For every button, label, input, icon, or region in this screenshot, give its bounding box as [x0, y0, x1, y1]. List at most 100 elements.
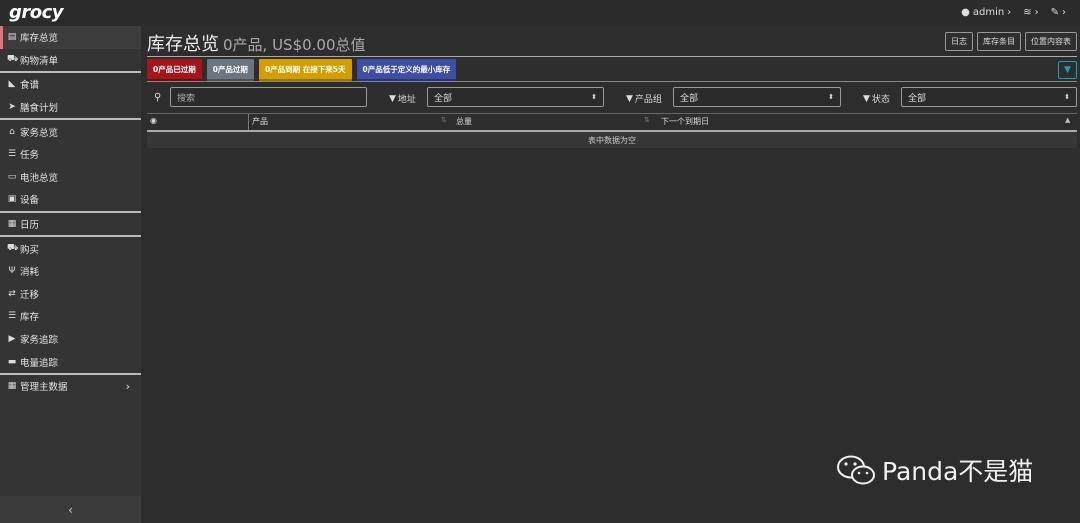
sidebar-item-label: 迁移 — [20, 289, 40, 301]
user-name: admin — [972, 7, 1005, 18]
location-filter-select[interactable]: 全部 ⬍ — [427, 87, 604, 107]
settings-menu[interactable]: ≋ › — [1023, 7, 1038, 18]
column-header-product[interactable]: 产品 — [252, 116, 268, 127]
filter-row: ⚲ 搜索 ▼ 地址 全部 ⬍ ▼ 产品组 全部 ⬍ ▼ 状态 全部 ⬍ — [147, 87, 1077, 109]
sidebar-item-label: 家务总览 — [20, 127, 59, 139]
sidebar-item-recipes[interactable]: ◣ 食谱 — [0, 71, 141, 96]
cart-icon: ⛟ — [7, 54, 19, 65]
sidebar-item-equipment[interactable]: ▣ 设备 — [0, 188, 141, 211]
cart-icon: ⛟ — [7, 243, 19, 254]
eye-icon[interactable]: ◉ — [150, 116, 157, 125]
location-filter-value: 全部 — [434, 93, 453, 104]
wrench-icon: ✎ — [1050, 7, 1059, 18]
select-arrows-icon: ⬍ — [591, 93, 597, 101]
sort-asc-icon[interactable]: ▲ — [1065, 116, 1070, 124]
grocy-logo[interactable]: grocy — [9, 2, 64, 23]
toolbox-icon: ▣ — [7, 194, 17, 205]
sidebar-item-label: 任务 — [20, 150, 40, 162]
sidebar-item-calendar[interactable]: ▦ 日历 — [0, 210, 141, 236]
select-arrows-icon: ⬍ — [828, 93, 834, 101]
filter-icon: ▼ — [389, 93, 396, 104]
sidebar-item-stock-overview[interactable]: ▤ 库存总览 — [0, 26, 141, 49]
sliders-icon: ≋ — [1023, 7, 1032, 18]
product-group-filter-label-text: 产品组 — [634, 95, 662, 105]
sidebar-item-tasks[interactable]: ☰ 任务 — [0, 143, 141, 166]
page-subtitle: 0产品, US$0.00总值 — [223, 36, 366, 54]
chevron-right-icon: › — [1034, 7, 1039, 18]
sidebar-item-label: 购买 — [20, 244, 40, 256]
user-menu[interactable]: ● admin › — [961, 7, 1011, 18]
filter-icon: ▼ — [626, 93, 633, 104]
car-battery-icon: ▬ — [7, 356, 17, 367]
location-filter-label: ▼ 地址 — [389, 92, 416, 106]
sidebar-collapse-button[interactable]: ‹ — [0, 496, 141, 523]
user-icon: ● — [961, 7, 970, 18]
main-content: 库存总览 0产品, US$0.00总值 日志 库存条目 位置内容表 0产品已过期 … — [147, 26, 1077, 148]
status-filter-label: ▼ 状态 — [863, 92, 890, 106]
search-input[interactable]: 搜索 — [170, 87, 367, 107]
exchange-icon: ⇄ — [8, 288, 16, 299]
stock-entries-button[interactable]: 库存条目 — [977, 32, 1021, 51]
column-divider — [248, 114, 249, 130]
product-group-filter-label: ▼ 产品组 — [626, 92, 662, 106]
sort-icon[interactable]: ⇅ — [441, 116, 447, 124]
sidebar-item-batteries-overview[interactable]: ▭ 电池总览 — [0, 166, 141, 189]
play-icon: ▶ — [8, 334, 16, 345]
top-navbar: grocy ● admin › ≋ › ✎ › — [0, 0, 1080, 26]
filter-toggle-button[interactable]: ▼ — [1058, 61, 1077, 79]
select-arrows-icon: ⬍ — [1064, 93, 1070, 101]
search-icon: ⚲ — [154, 92, 162, 103]
status-filter-select[interactable]: 全部 ⬍ — [901, 87, 1077, 107]
journal-button[interactable]: 日志 — [945, 32, 973, 51]
sidebar-item-label: 电量追踪 — [20, 357, 59, 369]
product-group-filter-select[interactable]: 全部 ⬍ — [673, 87, 841, 107]
top-right-menu: ● admin › ≋ › ✎ › — [961, 7, 1066, 18]
column-header-amount[interactable]: 总量 — [456, 116, 472, 127]
page-title: 库存总览 0产品, US$0.00总值 — [147, 30, 366, 56]
sidebar-item-label: 电池总览 — [20, 172, 59, 184]
product-group-filter-value: 全部 — [680, 93, 699, 104]
sidebar-item-label: 管理主数据 — [20, 382, 68, 394]
sidebar-item-label: 家务追踪 — [20, 335, 59, 347]
sidebar-item-chore-tracking[interactable]: ▶ 家务追踪 — [0, 328, 141, 351]
below-min-stock-badge[interactable]: 0产品低于定义的最小库存 — [356, 59, 457, 81]
title-buttons: 日志 库存条目 位置内容表 — [945, 32, 1077, 51]
expired-badge[interactable]: 0产品已过期 — [147, 59, 202, 81]
sidebar-item-label: 日历 — [20, 220, 40, 232]
table-empty-row: 表中数据为空 — [147, 132, 1077, 148]
stock-table-header: ◉ 产品 ⇅ 总量 ⇅ 下一个到期日 ▲ — [147, 113, 1077, 132]
sidebar-item-purchase[interactable]: ⛟ 购买 — [0, 235, 141, 260]
location-content-sheet-button[interactable]: 位置内容表 — [1025, 32, 1077, 51]
due-soon-badge[interactable]: 0产品到期 在接下来5天 — [258, 59, 352, 81]
sidebar: ▤ 库存总览 ⛟ 购物清单 ◣ 食谱 ➤ 膳食计划 ⌂ 家务总览 ☰ 任务 ▭ … — [0, 26, 141, 523]
sidebar-item-shopping-list[interactable]: ⛟ 购物清单 — [0, 49, 141, 72]
utensils-icon: Ψ — [8, 266, 16, 277]
title-row: 库存总览 0产品, US$0.00总值 日志 库存条目 位置内容表 — [147, 26, 1077, 57]
sidebar-item-label: 设备 — [20, 195, 40, 207]
sidebar-item-chores-overview[interactable]: ⌂ 家务总览 — [0, 118, 141, 143]
chevron-right-icon: › — [125, 379, 130, 393]
box-icon: ▤ — [7, 32, 17, 43]
sort-icon[interactable]: ⇅ — [644, 116, 650, 124]
paper-plane-icon: ➤ — [8, 102, 16, 113]
chevron-right-icon: › — [1007, 7, 1012, 18]
sidebar-item-label: 库存总览 — [20, 33, 59, 45]
status-filter-label-text: 状态 — [871, 95, 890, 105]
list-icon: ☰ — [7, 311, 17, 322]
sidebar-item-transfer[interactable]: ⇄ 迁移 — [0, 283, 141, 306]
sidebar-item-inventory[interactable]: ☰ 库存 — [0, 305, 141, 328]
tasks-icon: ☰ — [7, 149, 17, 160]
sidebar-item-label: 购物清单 — [20, 55, 59, 67]
sidebar-item-label: 膳食计划 — [20, 103, 59, 115]
sidebar-item-master-data[interactable]: ▦ 管理主数据 › — [0, 372, 141, 398]
location-filter-label-text: 地址 — [397, 95, 416, 105]
sidebar-item-consume[interactable]: Ψ 消耗 — [0, 260, 141, 283]
tools-menu[interactable]: ✎ › — [1051, 7, 1066, 18]
watermark: Panda不是猫 — [836, 452, 1033, 488]
column-header-next-due[interactable]: 下一个到期日 — [661, 116, 709, 127]
filter-icon: ▼ — [863, 93, 870, 104]
sidebar-item-battery-tracking[interactable]: ▬ 电量追踪 — [0, 350, 141, 373]
sidebar-item-meal-plan[interactable]: ➤ 膳食计划 — [0, 96, 141, 119]
wechat-icon — [837, 455, 875, 485]
overdue-badge[interactable]: 0产品过期 — [206, 59, 254, 81]
